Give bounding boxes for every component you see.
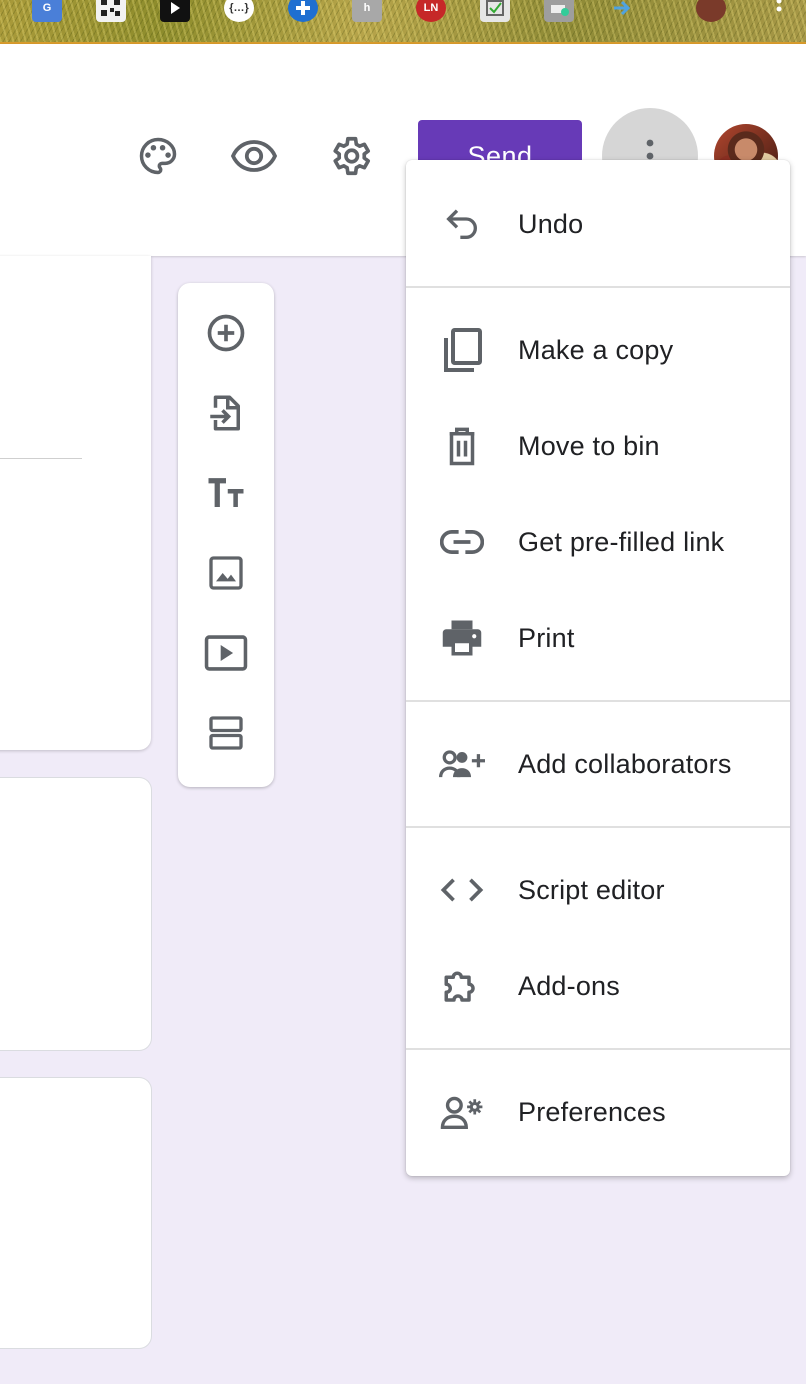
google-translate-extension-icon[interactable]: G <box>32 0 62 22</box>
browser-menu-icon[interactable] <box>764 0 794 22</box>
menu-divider <box>406 700 790 702</box>
print-icon <box>438 614 486 662</box>
menu-item-make-a-copy[interactable]: Make a copy <box>406 302 790 398</box>
code-icon <box>438 866 486 914</box>
menu-item-undo[interactable]: Undo <box>406 176 790 272</box>
menu-item-label: Make a copy <box>518 334 674 365</box>
title-underline <box>0 458 82 459</box>
add-people-icon <box>438 740 486 788</box>
settings-gear-icon[interactable] <box>326 128 374 184</box>
browser-extension-bar: G {…} h LN <box>0 0 806 44</box>
form-title-card <box>0 256 151 750</box>
menu-divider <box>406 286 790 288</box>
preview-eye-icon[interactable] <box>230 128 278 184</box>
menu-item-label: Print <box>518 622 575 653</box>
json-viewer-extension-icon[interactable]: {…} <box>224 0 254 22</box>
menu-item-label: Preferences <box>518 1096 666 1127</box>
question-card[interactable] <box>0 778 151 1050</box>
menu-item-label: Add-ons <box>518 970 620 1001</box>
profile-extension-icon[interactable] <box>696 0 726 22</box>
menu-item-script-editor[interactable]: Script editor <box>406 842 790 938</box>
question-card[interactable] <box>0 1078 151 1348</box>
menu-item-label: Add collaborators <box>518 748 732 779</box>
menu-item-get-pre-filled-link[interactable]: Get pre-filled link <box>406 494 790 590</box>
add-video-icon[interactable] <box>202 629 250 677</box>
menu-item-print[interactable]: Print <box>406 590 790 686</box>
qr-code-extension-icon[interactable] <box>96 0 126 22</box>
add-image-icon[interactable] <box>202 549 250 597</box>
more-options-menu: Undo Make a copy Move to bin Get pre-fil… <box>406 160 790 1176</box>
add-question-icon[interactable] <box>202 309 250 357</box>
play-extension-icon[interactable] <box>160 0 190 22</box>
person-settings-icon <box>438 1088 486 1136</box>
menu-item-move-to-bin[interactable]: Move to bin <box>406 398 790 494</box>
import-questions-icon[interactable] <box>202 389 250 437</box>
add-section-icon[interactable] <box>202 709 250 757</box>
arrow-extension-icon[interactable] <box>608 0 638 22</box>
floating-toolbar <box>178 283 274 787</box>
menu-item-add-collaborators[interactable]: Add collaborators <box>406 716 790 812</box>
menu-divider <box>406 1048 790 1050</box>
form-checker-extension-icon[interactable] <box>480 0 510 22</box>
print-extension-icon[interactable] <box>544 0 574 22</box>
menu-item-label: Move to bin <box>518 430 660 461</box>
cross-extension-icon[interactable] <box>288 0 318 22</box>
puzzle-icon <box>438 962 486 1010</box>
menu-item-preferences[interactable]: Preferences <box>406 1064 790 1160</box>
menu-item-add-ons[interactable]: Add-ons <box>406 938 790 1034</box>
trash-icon <box>438 422 486 470</box>
menu-item-label: Undo <box>518 208 584 239</box>
menu-item-label: Get pre-filled link <box>518 526 725 557</box>
add-title-icon[interactable] <box>202 469 250 517</box>
palette-icon[interactable] <box>134 128 182 184</box>
copy-icon <box>438 326 486 374</box>
undo-icon <box>438 200 486 248</box>
stylus-extension-icon[interactable]: h <box>352 0 382 22</box>
menu-item-label: Script editor <box>518 874 665 905</box>
menu-divider <box>406 826 790 828</box>
ln-extension-icon[interactable]: LN <box>416 0 446 22</box>
link-icon <box>438 518 486 566</box>
